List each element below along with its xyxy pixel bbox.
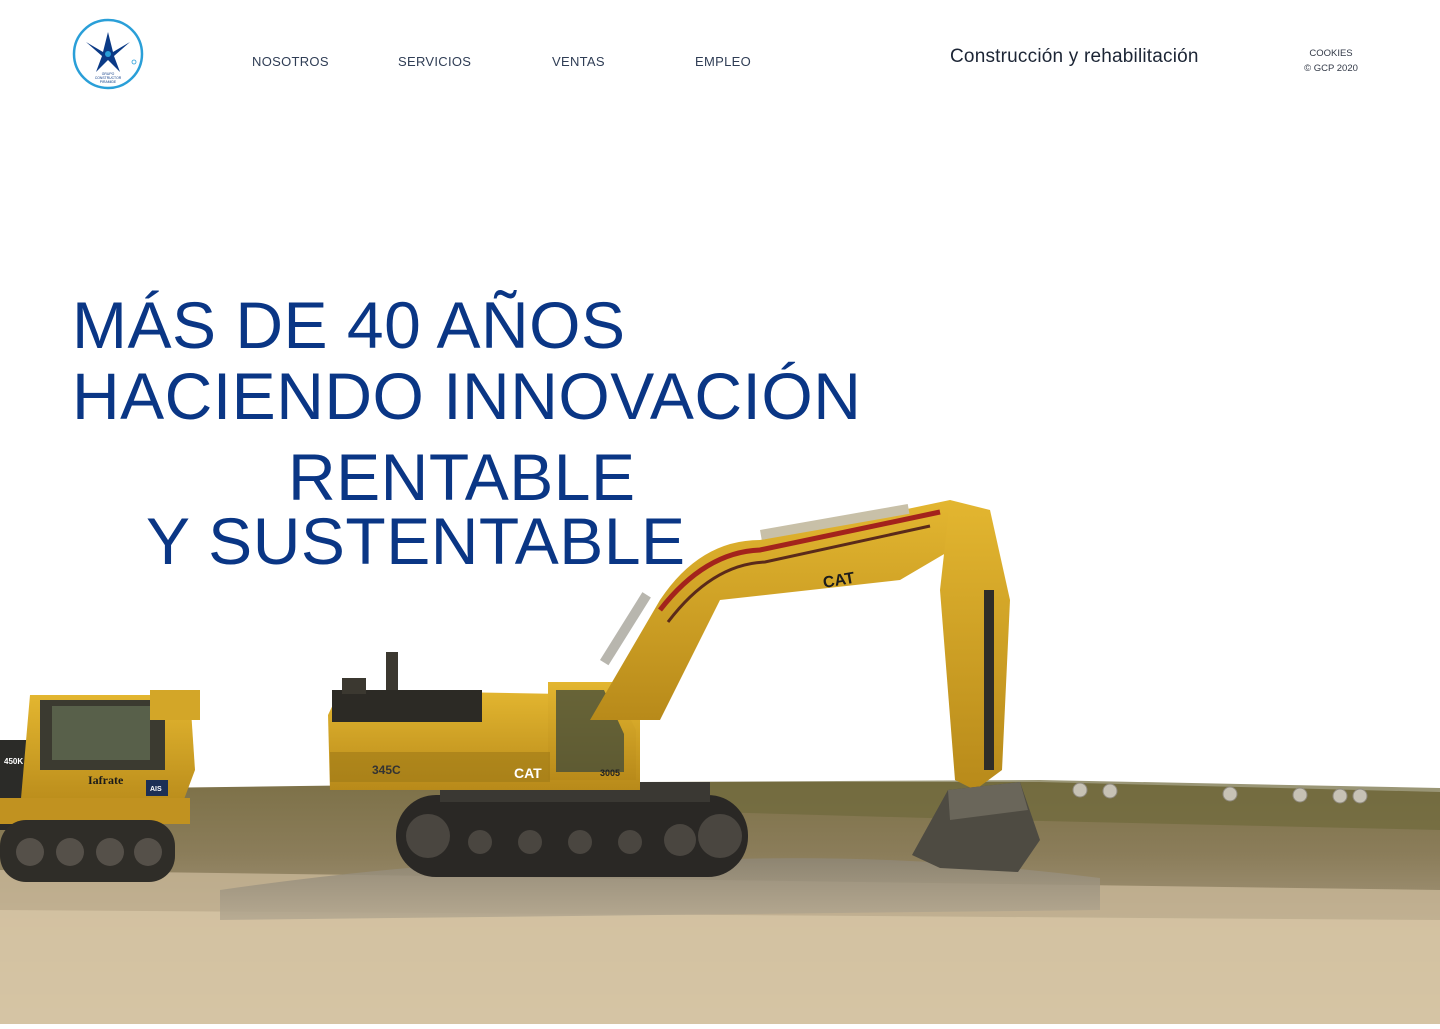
cookies-link[interactable]: COOKIES [1296, 46, 1366, 61]
excavator-model-label: 345C [372, 763, 401, 777]
header-tagline: Construcción y rehabilitación [950, 46, 1199, 67]
logo-emblem-icon: GRUPO CONSTRUCTOR PIRAMIDE [72, 18, 144, 90]
nav-item-empleo[interactable]: EMPLEO [695, 54, 751, 69]
company-logo[interactable]: GRUPO CONSTRUCTOR PIRAMIDE [72, 18, 144, 90]
copyright-text: © GCP 2020 [1304, 63, 1358, 74]
dozer-badge: AIS [150, 786, 162, 793]
hero-line-1: MÁS DE 40 AÑOS [72, 288, 626, 362]
footer-info: COOKIES © GCP 2020 [1296, 46, 1366, 76]
hero-line-4: Y SUSTENTABLE [146, 504, 686, 578]
nav-item-nosotros[interactable]: NOSOTROS [252, 54, 329, 69]
logo-line-3: PIRAMIDE [100, 80, 117, 84]
dozer-label: Iafrate [88, 773, 124, 787]
nav-item-ventas[interactable]: VENTAS [552, 54, 605, 69]
excavator-number: 3005 [600, 768, 620, 778]
dozer-model-label: 450K [4, 757, 23, 766]
hero-line-3: RENTABLE [288, 440, 636, 514]
bulldozer-graphic: Iafrate 450K AIS [0, 690, 200, 882]
excavator-brand-side: CAT [514, 765, 542, 781]
nav-item-servicios[interactable]: SERVICIOS [398, 54, 471, 69]
hero-line-2: HACIENDO INNOVACIÓN [72, 359, 862, 433]
site-header: GRUPO CONSTRUCTOR PIRAMIDE NOSOTROS SERV… [0, 0, 1440, 110]
